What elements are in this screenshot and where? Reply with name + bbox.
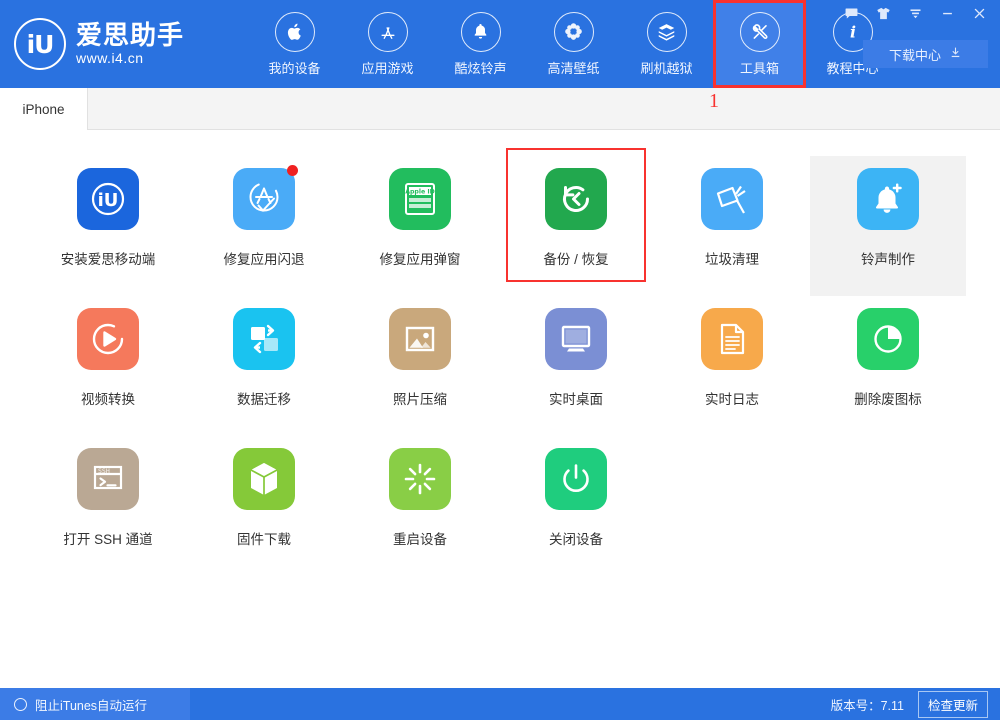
flower-icon: [553, 11, 594, 52]
apple-icon: [274, 11, 315, 52]
tool-tile-junk-clean[interactable]: 垃圾清理: [654, 156, 810, 296]
broom-icon: [701, 168, 763, 230]
tool-tile-realtime-desktop[interactable]: 实时桌面: [498, 296, 654, 436]
realtime-log-icon: [701, 308, 763, 370]
feedback-icon[interactable]: [836, 0, 866, 26]
bell-plus-icon: [857, 168, 919, 230]
tool-tile-data-migration[interactable]: 数据迁移: [186, 296, 342, 436]
download-icon: [949, 46, 962, 62]
skin-icon[interactable]: [868, 0, 898, 26]
realtime-desktop-icon: [545, 308, 607, 370]
tool-label: 数据迁移: [237, 392, 291, 407]
device-tab-strip: iPhone: [0, 88, 1000, 130]
brand-url: www.i4.cn: [76, 50, 144, 67]
nav-item-toolbox[interactable]: 工具箱: [713, 0, 806, 88]
nav-label: 应用游戏: [361, 60, 414, 76]
toolbox-content: iU 安装爱思移动端 修复应用闪退 Apple ID 修复应用弹窗 备份 / 恢…: [0, 130, 1000, 688]
minimize-icon[interactable]: [932, 0, 962, 26]
apple-id-icon: Apple ID: [389, 168, 451, 230]
tool-tile-fix-app-crash[interactable]: 修复应用闪退: [186, 156, 342, 296]
brand-name: 爱思助手: [76, 20, 185, 50]
tool-label: 实时桌面: [549, 392, 603, 407]
backup-restore-icon: [545, 168, 607, 230]
data-migrate-icon: [233, 308, 295, 370]
nav-item-apps-games[interactable]: 应用游戏: [341, 0, 434, 88]
photo-compress-icon: [389, 308, 451, 370]
tool-label: 照片压缩: [393, 392, 447, 407]
check-update-button[interactable]: 检查更新: [917, 690, 988, 718]
logo-text: 爱思助手 www.i4.cn: [76, 20, 185, 67]
nav-label: 刷机越狱: [640, 60, 693, 76]
tool-label: 修复应用弹窗: [379, 252, 461, 267]
tool-label: 备份 / 恢复: [543, 252, 609, 267]
tool-label: 垃圾清理: [705, 252, 759, 267]
tool-tile-realtime-log[interactable]: 实时日志: [654, 296, 810, 436]
tool-label: 安装爱思移动端: [60, 252, 156, 267]
remove-icon-icon: [857, 308, 919, 370]
nav-label: 酷炫铃声: [454, 60, 507, 76]
app-header: iU 爱思助手 www.i4.cn 我的设备 应用游戏 酷炫铃声 高清壁纸 刷机…: [0, 0, 1000, 88]
download-center-button[interactable]: 下载中心: [863, 40, 988, 68]
tool-tile-install-i4-mobile[interactable]: iU 安装爱思移动端: [30, 156, 186, 296]
tool-label: 铃声制作: [861, 252, 915, 267]
nav-label: 我的设备: [268, 60, 321, 76]
window-controls: [836, 0, 994, 26]
svg-text:Apple ID: Apple ID: [405, 189, 435, 196]
openbox-icon: [646, 11, 687, 52]
main-navigation: 我的设备 应用游戏 酷炫铃声 高清壁纸 刷机越狱 工具箱 i 教程中心: [248, 0, 899, 88]
tool-label: 打开 SSH 通道: [63, 532, 153, 547]
tool-tile-photo-compress[interactable]: 照片压缩: [342, 296, 498, 436]
notification-badge: [287, 165, 298, 176]
appstore-fix-icon: [233, 165, 298, 230]
restart-icon: [389, 448, 451, 510]
tool-label: 关闭设备: [549, 532, 603, 547]
tool-tile-shutdown-device[interactable]: 关闭设备: [498, 436, 654, 576]
tool-label: 固件下载: [237, 532, 291, 547]
i4-assistant-window: iU 爱思助手 www.i4.cn 我的设备 应用游戏 酷炫铃声 高清壁纸 刷机…: [0, 0, 1000, 720]
app-logo: iU 爱思助手 www.i4.cn: [14, 14, 264, 74]
nav-item-ringtones[interactable]: 酷炫铃声: [434, 0, 527, 88]
firmware-cube-icon: [233, 448, 295, 510]
tool-tile-firmware-download[interactable]: 固件下载: [186, 436, 342, 576]
tab-iphone[interactable]: iPhone: [0, 88, 88, 130]
ssh-terminal-icon: SSH: [77, 448, 139, 510]
appstore-icon: [367, 11, 408, 52]
tool-label: 重启设备: [393, 532, 447, 547]
tool-tile-ringtone-maker[interactable]: 铃声制作: [810, 156, 966, 296]
download-center-label: 下载中心: [888, 47, 941, 63]
tool-tile-video-convert[interactable]: 视频转换: [30, 296, 186, 436]
tool-grid: iU 安装爱思移动端 修复应用闪退 Apple ID 修复应用弹窗 备份 / 恢…: [30, 148, 970, 576]
tool-label: 修复应用闪退: [223, 252, 305, 267]
radio-icon: [14, 697, 27, 711]
nav-item-flash-jailbreak[interactable]: 刷机越狱: [620, 0, 713, 88]
nav-label: 高清壁纸: [547, 60, 600, 76]
bell-icon: [460, 11, 501, 52]
svg-text:iU: iU: [98, 190, 119, 211]
annotation-number-1: 1: [709, 90, 719, 112]
status-right-group: 版本号：7.11 检查更新: [831, 688, 988, 720]
block-itunes-label: 阻止iTunes自动运行: [35, 698, 148, 713]
tool-tile-backup-restore[interactable]: 备份 / 恢复: [498, 148, 654, 296]
nav-item-wallpapers[interactable]: 高清壁纸: [527, 0, 620, 88]
tool-label: 删除废图标: [854, 392, 922, 407]
video-play-icon: [77, 308, 139, 370]
status-bar: 阻止iTunes自动运行 版本号：7.11 检查更新: [0, 688, 1000, 720]
menu-icon[interactable]: [900, 0, 930, 26]
close-icon[interactable]: [964, 0, 994, 26]
tool-tile-remove-dead-icons[interactable]: 删除废图标: [810, 296, 966, 436]
svg-text:SSH: SSH: [98, 467, 110, 475]
tool-label: 视频转换: [81, 392, 135, 407]
version-label: 版本号：7.11: [830, 698, 904, 713]
tab-label: iPhone: [22, 101, 65, 117]
tool-tile-open-ssh[interactable]: SSH 打开 SSH 通道: [30, 436, 186, 576]
power-off-icon: [545, 448, 607, 510]
tool-tile-fix-app-popup[interactable]: Apple ID 修复应用弹窗: [342, 156, 498, 296]
i4-app-icon: iU: [77, 168, 139, 230]
annotation-box-toolbox: [713, 0, 806, 88]
block-itunes-toggle[interactable]: 阻止iTunes自动运行: [0, 688, 190, 720]
tool-label: 实时日志: [705, 392, 759, 407]
logo-mark-icon: iU: [14, 18, 66, 70]
tool-tile-restart-device[interactable]: 重启设备: [342, 436, 498, 576]
nav-item-my-device[interactable]: 我的设备: [248, 0, 341, 88]
